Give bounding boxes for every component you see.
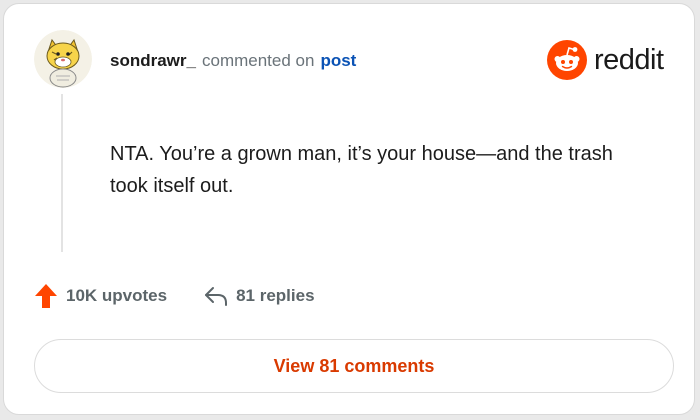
avatar[interactable] bbox=[34, 30, 92, 88]
replies-button[interactable]: 81 replies bbox=[204, 285, 315, 307]
reddit-wordmark: reddit bbox=[594, 43, 664, 76]
comment-body: NTA. You’re a grown man, it’s your house… bbox=[110, 143, 613, 197]
action-text: commented on bbox=[201, 51, 315, 70]
reddit-logo[interactable]: reddit bbox=[547, 40, 664, 80]
avatar-illustration bbox=[34, 30, 92, 88]
upvote-count: 10K upvotes bbox=[66, 286, 168, 305]
reply-count: 81 replies bbox=[236, 286, 315, 305]
reddit-snoo-icon bbox=[547, 40, 587, 80]
comment-stats: 10K upvotes 81 replies bbox=[34, 283, 315, 309]
comment-header: sondrawr_ commented on post bbox=[110, 50, 356, 72]
post-link[interactable]: post bbox=[320, 51, 356, 70]
username[interactable]: sondrawr_ bbox=[110, 51, 196, 70]
upvote-arrow-icon bbox=[35, 284, 57, 308]
reply-arrow-icon bbox=[205, 287, 228, 306]
upvote-button[interactable]: 10K upvotes bbox=[34, 283, 167, 309]
comment-card: sondrawr_ commented on post reddit NTA. Yo… bbox=[3, 3, 695, 415]
thread-line bbox=[61, 94, 63, 252]
view-comments-button[interactable]: View 81 comments bbox=[34, 339, 674, 393]
